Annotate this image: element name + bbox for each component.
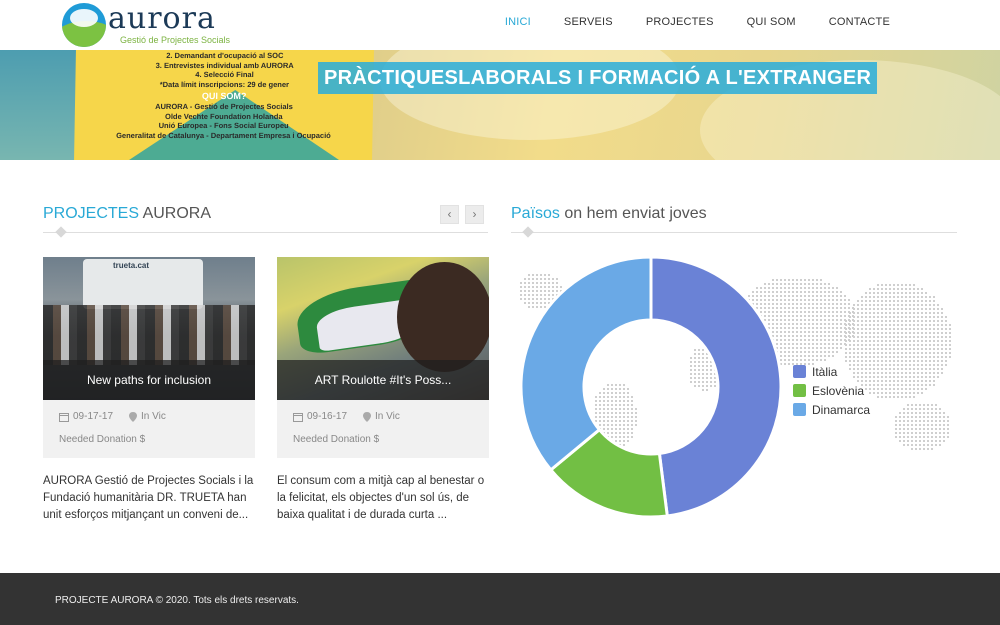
countries-title-rest: on hem enviat joves <box>559 205 707 222</box>
project-card[interactable]: trueta.cat New paths for inclusion 09-17… <box>43 257 255 524</box>
meta-location-text: In Vic <box>375 411 400 422</box>
poster-line: Generalitat de Catalunya - Departament E… <box>116 130 331 140</box>
map-pin-icon <box>363 411 372 422</box>
project-card-meta: 09-16-17 In Vic Needed Donation $ <box>277 400 489 458</box>
legend-item-italia[interactable]: Itàlia <box>793 362 870 381</box>
poster-line: AURORA - Gestió de Projectes Socials <box>155 101 293 111</box>
chart-legend: Itàlia Eslovènia Dinamarca <box>793 362 870 419</box>
section-divider <box>511 232 957 233</box>
meta-donation: Needed Donation $ <box>59 434 146 445</box>
nav-qui-som[interactable]: QUI SOM <box>747 16 796 28</box>
aurora-logo[interactable]: aurora Gestió de Projectes Socials <box>62 1 230 48</box>
project-card-image[interactable]: ART Roulotte #It's Poss... <box>277 257 489 400</box>
carousel-prev-button[interactable]: ‹ <box>440 205 459 224</box>
legend-item-dinamarca[interactable]: Dinamarca <box>793 400 870 419</box>
projects-title-rest: AURORA <box>139 205 212 222</box>
logo-emblem-icon <box>62 3 106 47</box>
legend-item-eslovenia[interactable]: Eslovènia <box>793 381 870 400</box>
project-card-meta: 09-17-17 In Vic Needed Donation $ <box>43 400 255 458</box>
countries-chart <box>511 250 961 530</box>
hero-title: PRÀCTIQUESLABORALS I FORMACIÓ A L'EXTRAN… <box>318 62 878 94</box>
legend-swatch <box>793 384 806 397</box>
logo-tagline: Gestió de Projectes Socials <box>120 35 231 45</box>
calendar-icon <box>293 412 303 422</box>
site-header: aurora Gestió de Projectes Socials INICI… <box>0 0 1000 50</box>
footer-copyright: PROJECTE AURORA © 2020. Tots els drets r… <box>55 595 299 606</box>
countries-section-title: Països on hem enviat joves <box>511 205 707 223</box>
meta-date: 09-16-17 <box>293 411 347 422</box>
poster-line: 2. Demandant d'ocupació al SOC <box>166 51 284 60</box>
nav-serveis[interactable]: SERVEIS <box>564 16 613 28</box>
project-card-image[interactable]: trueta.cat New paths for inclusion <box>43 257 255 400</box>
divider-diamond-icon <box>55 226 67 238</box>
site-footer: PROJECTE AURORA © 2020. Tots els drets r… <box>0 573 1000 625</box>
hero-banner: 2. Demandant d'ocupació al SOC 3. Entrev… <box>0 50 1000 160</box>
poster-line: Olde Vechte Foundation Holanda <box>164 111 283 121</box>
project-card[interactable]: ART Roulotte #It's Poss... 09-16-17 In V… <box>277 257 489 524</box>
legend-swatch <box>793 365 806 378</box>
logo-wordmark: aurora <box>108 1 216 36</box>
calendar-icon <box>59 412 69 422</box>
nav-contacte[interactable]: CONTACTE <box>829 16 890 28</box>
carousel-next-button[interactable]: › <box>465 205 484 224</box>
meta-location-text: In Vic <box>141 411 166 422</box>
legend-swatch <box>793 403 806 416</box>
meta-donation: Needed Donation $ <box>293 434 380 445</box>
photo-sign: trueta.cat <box>113 261 150 270</box>
section-divider <box>43 232 488 233</box>
map-pin-icon <box>129 411 138 422</box>
legend-label: Dinamarca <box>812 402 871 417</box>
meta-date-text: 09-16-17 <box>307 411 348 422</box>
main-nav: INICI SERVEIS PROJECTES QUI SOM CONTACTE <box>505 16 890 28</box>
meta-date: 09-17-17 <box>59 411 113 422</box>
project-card-caption[interactable]: New paths for inclusion <box>43 360 255 400</box>
nav-inici[interactable]: INICI <box>505 16 531 28</box>
poster-line: Unió Europea - Fons Social Europeu <box>158 121 289 131</box>
projects-title-accent: PROJECTES <box>43 205 140 222</box>
project-card-description: AURORA Gestió de Projectes Socials i la … <box>43 475 254 521</box>
meta-location: In Vic <box>129 411 166 422</box>
countries-title-accent: Països <box>511 205 560 222</box>
projects-section-title: PROJECTES AURORA <box>43 205 211 223</box>
divider-diamond-icon <box>522 226 534 238</box>
meta-date-text: 09-17-17 <box>73 411 114 422</box>
project-card-caption[interactable]: ART Roulotte #It's Poss... <box>277 360 489 400</box>
meta-location: In Vic <box>363 411 400 422</box>
countries-donut-chart <box>519 255 951 519</box>
project-card-description: El consum com a mitjà cap al benestar o … <box>277 475 485 521</box>
nav-projectes[interactable]: PROJECTES <box>646 16 714 28</box>
legend-label: Eslovènia <box>812 383 865 398</box>
legend-label: Itàlia <box>812 364 838 379</box>
